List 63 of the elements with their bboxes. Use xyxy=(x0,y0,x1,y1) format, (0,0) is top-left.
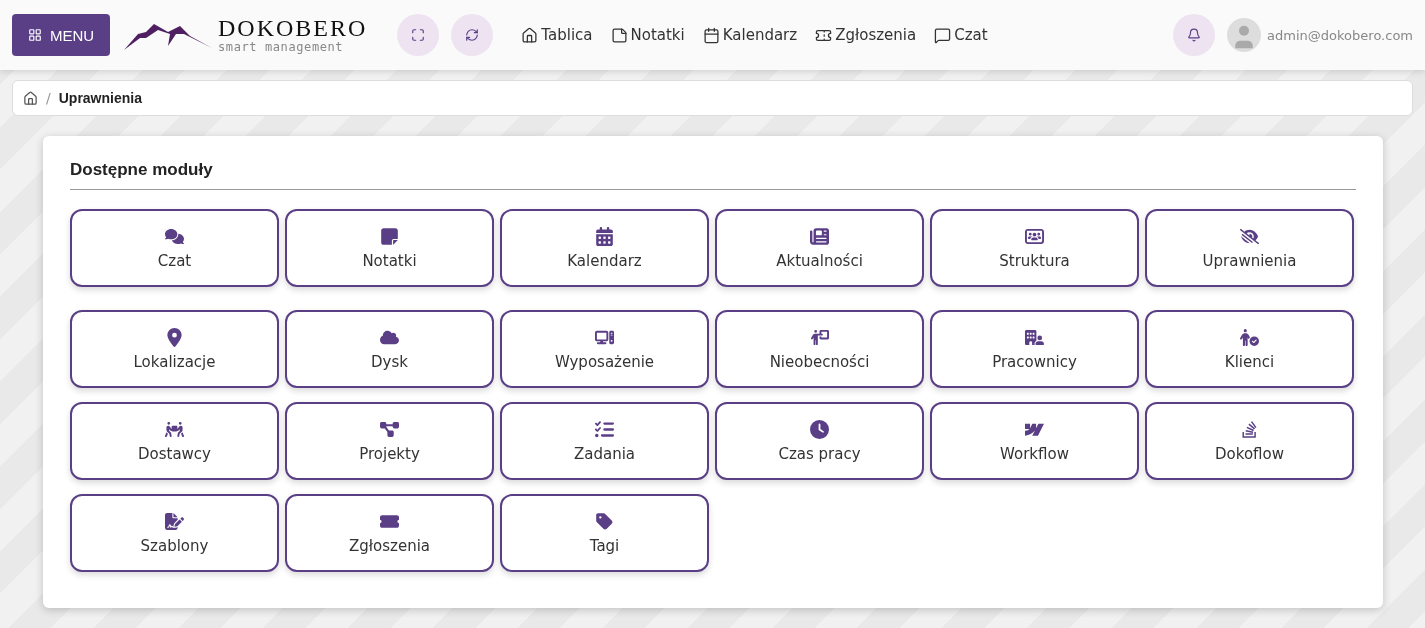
module-tile[interactable]: Lokalizacje xyxy=(70,310,279,388)
home-icon[interactable] xyxy=(23,90,38,106)
newspaper-icon xyxy=(810,226,829,246)
eye-slash-icon xyxy=(1240,226,1259,246)
bell-icon xyxy=(1187,28,1202,42)
module-tile[interactable]: Zadania xyxy=(500,402,709,480)
file-pen-icon xyxy=(165,511,184,531)
nav-link[interactable]: Zgłoszenia xyxy=(815,26,917,44)
clock-icon xyxy=(810,419,829,439)
module-tile[interactable]: Notatki xyxy=(285,209,494,287)
logo-name: DOKOBERO xyxy=(218,16,368,40)
chat-bubbles-icon xyxy=(165,226,184,246)
fullscreen-icon xyxy=(411,28,426,42)
person-check-icon xyxy=(1240,327,1259,347)
module-tile[interactable]: Zgłoszenia xyxy=(285,494,494,572)
module-tile[interactable]: Dostawcy xyxy=(70,402,279,480)
module-tile[interactable]: Czas pracy xyxy=(715,402,924,480)
module-tile[interactable]: Dokoflow xyxy=(1145,402,1354,480)
logo-tagline: smart management xyxy=(218,40,345,54)
module-tile[interactable]: Czat xyxy=(70,209,279,287)
chat-icon xyxy=(934,26,952,44)
module-tile[interactable]: Struktura xyxy=(930,209,1139,287)
module-tile[interactable]: Pracownicy xyxy=(930,310,1139,388)
nav-link[interactable]: Kalendarz xyxy=(702,26,798,44)
nav-link[interactable]: Tablica xyxy=(521,26,593,44)
calendar-icon xyxy=(702,26,720,44)
panel-title: Dostępne moduły xyxy=(70,160,1356,190)
nav-link[interactable]: Czat xyxy=(934,26,988,44)
breadcrumb-separator: / xyxy=(46,90,51,106)
grid-icon xyxy=(27,28,42,42)
breadcrumb-current: Uprawnienia xyxy=(58,90,142,106)
module-tile[interactable]: Uprawnienia xyxy=(1145,209,1354,287)
tag-icon xyxy=(595,511,614,531)
refresh-icon xyxy=(465,28,480,42)
user-email: admin@dokobero.com xyxy=(1267,27,1413,43)
calendar-icon xyxy=(595,226,614,246)
refresh-button[interactable] xyxy=(451,14,494,56)
module-tile[interactable]: Aktualności xyxy=(715,209,924,287)
person-board-icon xyxy=(810,327,829,347)
stack-icon xyxy=(1240,419,1259,439)
diagram-icon xyxy=(380,419,399,439)
module-tile[interactable]: Szablony xyxy=(70,494,279,572)
avatar[interactable] xyxy=(1227,18,1262,52)
house-icon xyxy=(521,26,539,44)
module-tile[interactable]: Kalendarz xyxy=(500,209,709,287)
people-carrying-box-icon xyxy=(165,419,184,439)
nav-link[interactable]: Notatki xyxy=(610,26,685,44)
module-tile[interactable]: Nieobecności xyxy=(715,310,924,388)
building-person-icon xyxy=(1025,327,1044,347)
checklist-icon xyxy=(595,419,614,439)
module-tile[interactable]: Wyposażenie xyxy=(500,310,709,388)
people-board-icon xyxy=(1025,226,1044,246)
module-tile[interactable]: Klienci xyxy=(1145,310,1354,388)
fullscreen-button[interactable] xyxy=(397,14,440,56)
module-tile[interactable]: Workflow xyxy=(930,402,1139,480)
note-icon xyxy=(610,26,628,44)
module-tile[interactable]: Tagi xyxy=(500,494,709,572)
module-tile[interactable]: Dysk xyxy=(285,310,494,388)
note-icon xyxy=(380,226,399,246)
menu-button[interactable]: MENU xyxy=(12,14,110,56)
notifications-button[interactable] xyxy=(1173,14,1216,56)
location-pin-icon xyxy=(165,327,184,347)
module-tile[interactable]: Projekty xyxy=(285,402,494,480)
